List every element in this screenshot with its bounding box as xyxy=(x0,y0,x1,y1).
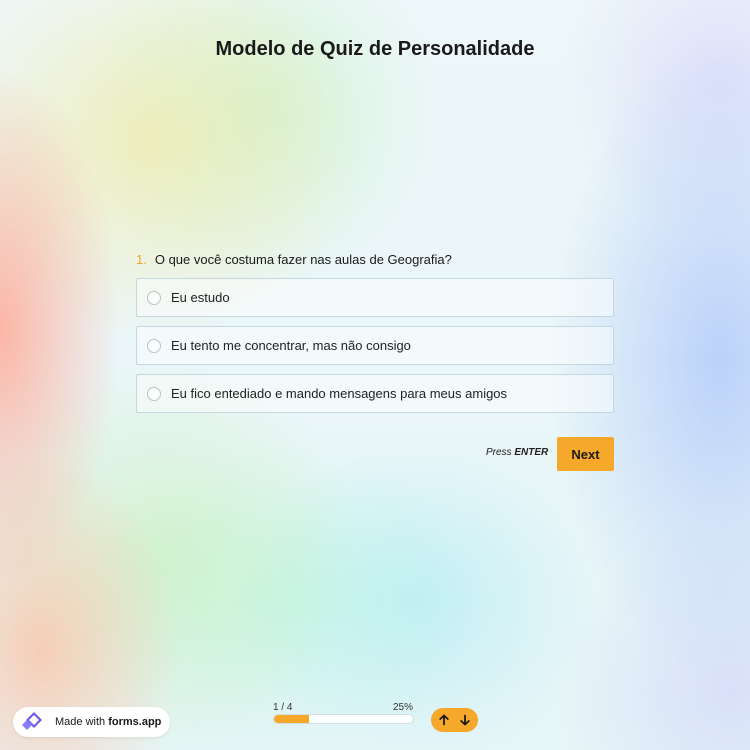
made-with-text: Made with forms.app xyxy=(55,716,161,728)
radio-button[interactable] xyxy=(147,386,161,401)
arrow-down-icon[interactable] xyxy=(458,713,472,727)
progress-percent: 25% xyxy=(393,702,414,713)
radio-button[interactable] xyxy=(147,290,161,305)
answer-option[interactable]: Eu tento me concentrar, mas não consigo xyxy=(136,326,614,365)
question-header: 1. O que você costuma fazer nas aulas de… xyxy=(136,252,614,267)
question-navigation xyxy=(431,708,478,732)
next-button[interactable]: Next xyxy=(557,437,614,471)
answer-option-label: Eu estudo xyxy=(171,290,230,305)
progress-count: 1 / 4 xyxy=(273,702,293,713)
question-number: 1. xyxy=(136,252,147,267)
answer-option[interactable]: Eu estudo xyxy=(136,278,614,317)
progress-bar-fill xyxy=(274,715,309,723)
made-with-label: Made with xyxy=(55,716,106,728)
question-text: O que você costuma fazer nas aulas de Ge… xyxy=(154,252,452,267)
answer-options: Eu estudo Eu tento me concentrar, mas nã… xyxy=(136,278,614,422)
answer-option-label: Eu tento me concentrar, mas não consigo xyxy=(171,338,411,353)
page-title: Modelo de Quiz de Personalidade xyxy=(215,38,535,60)
answer-option[interactable]: Eu fico entediado e mando mensagens para… xyxy=(136,374,614,413)
answer-option-label: Eu fico entediado e mando mensagens para… xyxy=(171,386,508,401)
forms-app-logo-icon xyxy=(19,709,49,736)
press-label: Press xyxy=(486,447,512,458)
brand-name: forms.app xyxy=(108,716,162,728)
radio-button[interactable] xyxy=(147,338,161,353)
press-enter-hint: Press ENTER xyxy=(486,447,548,458)
progress-bar xyxy=(273,714,414,724)
enter-key-label: ENTER xyxy=(514,447,549,458)
made-with-badge[interactable]: Made with forms.app xyxy=(13,707,170,737)
arrow-up-icon[interactable] xyxy=(437,713,451,727)
